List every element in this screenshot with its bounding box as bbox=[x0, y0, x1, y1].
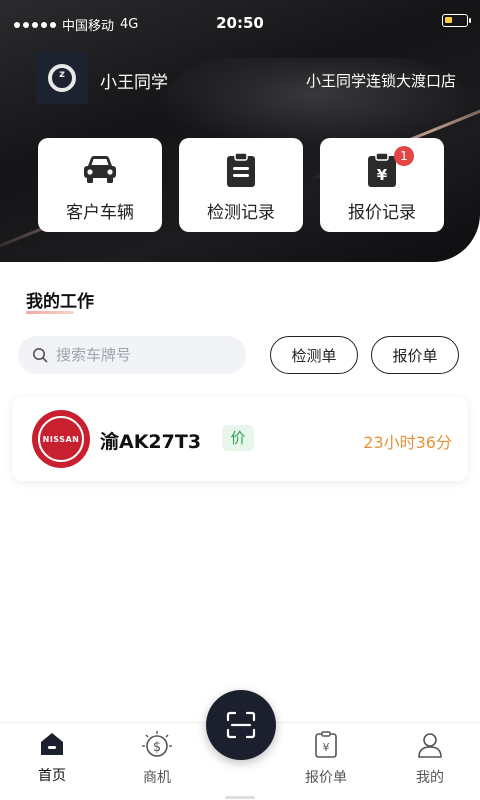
search-bar[interactable] bbox=[18, 336, 246, 374]
svg-text:¥: ¥ bbox=[323, 741, 330, 754]
home-indicator bbox=[225, 796, 255, 799]
clock: 20:50 bbox=[216, 14, 264, 32]
avatar[interactable] bbox=[36, 52, 88, 104]
svg-text:$: $ bbox=[153, 740, 161, 755]
tab-label: 我的 bbox=[416, 770, 444, 786]
user-icon bbox=[418, 733, 442, 758]
scan-icon bbox=[226, 711, 256, 739]
quote-records-card[interactable]: ¥ 1 报价记录 bbox=[320, 138, 444, 232]
card-label: 检测记录 bbox=[207, 203, 275, 223]
scan-button[interactable] bbox=[206, 690, 276, 760]
notification-badge: 1 bbox=[394, 146, 414, 166]
inspection-filter-button[interactable]: 检测单 bbox=[270, 336, 358, 374]
section-title: 我的工作 bbox=[26, 287, 94, 314]
time-remaining: 23小时36分 bbox=[363, 433, 452, 452]
quote-filter-button[interactable]: 报价单 bbox=[371, 336, 459, 374]
tab-label: 报价单 bbox=[305, 770, 347, 786]
store-name[interactable]: 小王同学连锁大渡口店 bbox=[306, 70, 456, 91]
app-screen: 中国移动 4G 20:50 小王同学 小王同学连锁大渡口店 客户车辆 bbox=[0, 0, 480, 800]
tab-label: 首页 bbox=[38, 768, 66, 784]
steering-wheel-logo-icon bbox=[48, 64, 76, 92]
search-icon bbox=[33, 348, 48, 363]
username: 小王同学 bbox=[100, 73, 168, 93]
card-label: 报价记录 bbox=[348, 203, 416, 223]
brand-name: NISSAN bbox=[41, 434, 81, 444]
tab-quotes[interactable]: ¥ 报价单 bbox=[296, 731, 356, 787]
inspection-records-card[interactable]: 检测记录 bbox=[179, 138, 303, 232]
card-label: 客户车辆 bbox=[66, 203, 134, 223]
clipboard-list-icon bbox=[221, 152, 261, 188]
section-title-text: 我的工作 bbox=[26, 292, 94, 312]
quote-doc-icon: ¥ bbox=[315, 731, 337, 758]
quote-tag: 价 bbox=[222, 425, 254, 451]
status-bar: 中国移动 4G 20:50 bbox=[0, 0, 480, 46]
title-underline bbox=[26, 311, 74, 314]
tab-opportunities[interactable]: $ 商机 bbox=[127, 731, 187, 787]
car-icon bbox=[80, 152, 120, 188]
svg-text:¥: ¥ bbox=[377, 166, 388, 184]
tab-label: 商机 bbox=[143, 770, 171, 786]
work-item-card[interactable]: NISSAN 渝AK27T3 价 23小时36分 bbox=[12, 397, 468, 481]
license-plate: 渝AK27T3 bbox=[100, 431, 202, 453]
customer-vehicles-card[interactable]: 客户车辆 bbox=[38, 138, 162, 232]
battery-icon bbox=[442, 14, 471, 27]
search-input[interactable] bbox=[56, 346, 226, 364]
nissan-logo-icon: NISSAN bbox=[32, 410, 90, 468]
home-icon bbox=[41, 733, 63, 755]
logo-ring: NISSAN bbox=[38, 416, 84, 462]
tab-home[interactable]: 首页 bbox=[22, 731, 82, 785]
tab-profile[interactable]: 我的 bbox=[400, 731, 460, 787]
dollar-coin-icon: $ bbox=[142, 731, 172, 757]
clipboard-yen-icon: ¥ 1 bbox=[362, 146, 414, 188]
